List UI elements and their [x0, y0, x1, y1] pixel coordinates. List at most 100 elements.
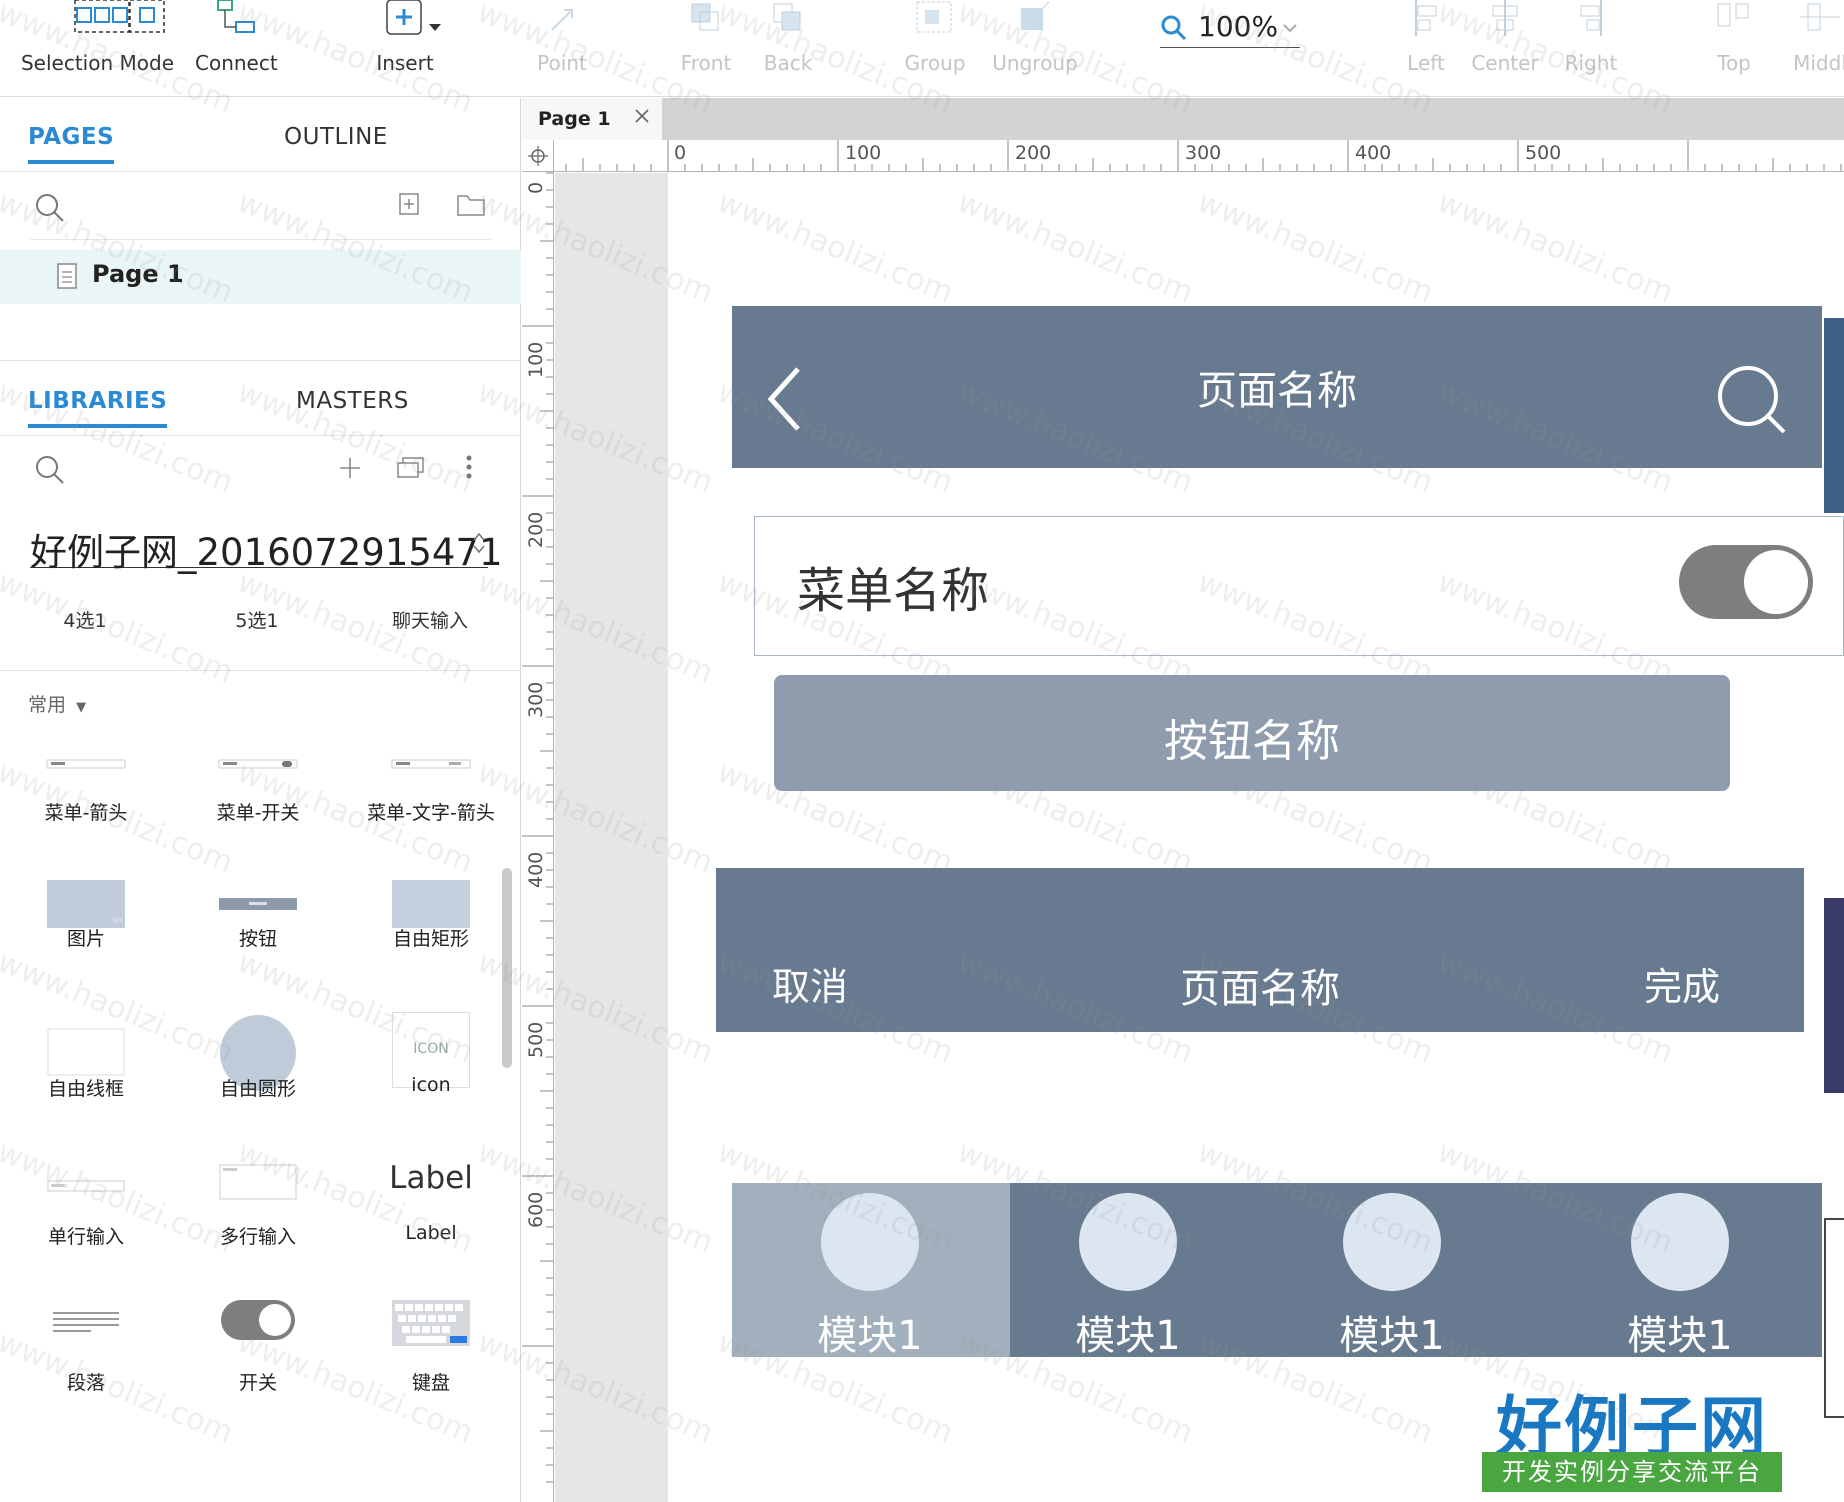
ruler-label: 600 — [525, 1191, 547, 1228]
keyboard-thumb — [392, 1300, 470, 1346]
widget-free-rect[interactable]: 自由矩形 — [345, 868, 517, 1016]
widget-icon[interactable]: ICON icon — [345, 1012, 517, 1164]
mock-menu-row[interactable]: 菜单名称 — [754, 516, 1844, 656]
page-list-item[interactable]: Page 1 — [0, 250, 521, 304]
add-page-icon[interactable] — [398, 192, 422, 218]
ruler-origin[interactable] — [522, 140, 554, 172]
search-icon — [1718, 366, 1786, 434]
page-icon — [57, 263, 77, 289]
zoom-control[interactable]: 100% — [1160, 8, 1300, 48]
align-middle-button[interactable]: Middl — [1790, 0, 1844, 90]
ungroup-button[interactable]: Ungroup — [990, 0, 1080, 90]
library-item-4choose1[interactable]: 4选1 — [10, 606, 160, 633]
library-item-5choose1[interactable]: 5选1 — [182, 606, 332, 633]
widget-label: 自由矩形 — [392, 928, 469, 950]
widget-image[interactable]: pic 图片 — [0, 868, 172, 1016]
toolbar: Selection Mode Connect Insert Point Fron… — [0, 0, 1844, 97]
free-rect-thumb — [392, 880, 470, 928]
pages-search-row — [0, 174, 521, 240]
canvas-gutter — [555, 173, 668, 1502]
mock-nav-bar[interactable]: 页面名称 — [732, 306, 1822, 468]
done-text: 完成 — [1643, 965, 1720, 1009]
widget-label: 开关 — [238, 1372, 277, 1394]
watermark-logo-subtitle: 开发实例分享交流平台 — [1482, 1452, 1782, 1492]
folder-icon[interactable] — [456, 192, 486, 218]
tab-item[interactable]: 模块1 — [1292, 1183, 1492, 1359]
connect-button[interactable]: Connect — [195, 0, 278, 90]
point-button[interactable]: Point — [532, 0, 592, 90]
widget-label: Label — [405, 1222, 457, 1244]
icon-thumb-text: ICON — [413, 1041, 449, 1057]
widget-free-circle[interactable]: 自由圆形 — [172, 1015, 344, 1164]
multi-input-thumb — [219, 1164, 297, 1200]
widget-group-toggle[interactable]: 常用 ▼ — [28, 690, 86, 717]
library-item-chat-input[interactable]: 聊天输入 — [355, 606, 505, 633]
widget-free-frame[interactable]: 自由线框 — [0, 1016, 172, 1164]
align-left-button[interactable]: Left — [1398, 0, 1454, 90]
mock-nav-bar-text[interactable]: 取消 页面名称 完成 — [716, 868, 1804, 1032]
group-icon — [916, 1, 952, 33]
close-icon[interactable] — [632, 106, 652, 126]
search-icon[interactable] — [34, 192, 66, 224]
svg-text:pic: pic — [113, 916, 123, 924]
menu-title: 菜单名称 — [797, 563, 990, 619]
insert-button[interactable]: Insert — [360, 0, 450, 90]
tab-masters[interactable]: MASTERS — [296, 388, 409, 414]
free-frame-thumb — [47, 1028, 125, 1076]
widget-multi-input[interactable]: 多行输入 — [172, 1164, 344, 1312]
ruler-label: 500 — [525, 1021, 547, 1058]
paragraph-thumb — [53, 1312, 119, 1332]
tab-item-label: 模块1 — [1339, 1313, 1445, 1359]
align-top-button[interactable]: Top — [1706, 0, 1762, 90]
tab-outline[interactable]: OUTLINE — [284, 124, 388, 150]
send-back-icon — [773, 3, 801, 31]
document-tab[interactable]: Page 1 — [522, 98, 662, 140]
back-label: Back — [763, 51, 813, 75]
more-options-icon[interactable] — [464, 454, 474, 480]
left-panel: PAGES OUTLINE Page 1 LIBRARIES MASTERS 好… — [0, 98, 521, 1502]
library-manage-icon[interactable] — [396, 454, 426, 480]
insert-plus-icon — [386, 0, 441, 35]
widget-paragraph[interactable]: 段落 — [0, 1310, 172, 1458]
widget-switch[interactable]: 开关 — [172, 1300, 344, 1458]
tab-item[interactable]: 模块1 — [1580, 1183, 1780, 1359]
mock-tab-bar[interactable]: 模块1 模块1 模块1 模块1 — [732, 1183, 1822, 1359]
tab-item-circle — [821, 1193, 919, 1291]
align-right-button[interactable]: Right — [1560, 0, 1622, 90]
selection-box-icon[interactable] — [118, 0, 178, 90]
zoom-value: 100% — [1198, 10, 1279, 43]
align-center-button[interactable]: Center — [1470, 0, 1540, 90]
panel-scrollbar[interactable] — [502, 868, 512, 1068]
widget-label-item[interactable]: Label Label — [345, 1160, 517, 1312]
mock-button[interactable]: 按钮名称 — [774, 675, 1730, 791]
widget-single-input[interactable]: 单行输入 — [0, 1164, 172, 1312]
design-canvas[interactable]: 页面名称 菜单名称 按钮名称 取消 页面名称 完成 模块1 模块1 模块1 模块… — [668, 173, 1844, 1502]
tab-item[interactable]: 模块1 — [1028, 1183, 1228, 1359]
front-button[interactable]: Front — [675, 0, 737, 90]
ruler-label: 0 — [525, 181, 547, 194]
partial-shape[interactable] — [1824, 318, 1844, 513]
partial-shape[interactable] — [1824, 898, 1844, 1093]
tab-item[interactable]: 模块1 — [770, 1183, 970, 1359]
ruler-label: 300 — [525, 681, 547, 718]
plus-icon[interactable] — [338, 456, 362, 480]
group-button[interactable]: Group — [900, 0, 970, 90]
toggle-knob — [1744, 550, 1808, 614]
ruler-label: 100 — [525, 341, 547, 378]
connect-icon — [217, 0, 255, 33]
single-input-thumb — [47, 1180, 125, 1192]
tab-item-circle — [1631, 1193, 1729, 1291]
nav-bar-title: 页面名称 — [1197, 368, 1357, 414]
partial-shape[interactable] — [1824, 1218, 1844, 1418]
mock-toggle-switch[interactable] — [1679, 545, 1813, 619]
widget-keyboard[interactable]: 键盘 — [345, 1300, 517, 1458]
widget-label: 段落 — [66, 1372, 105, 1394]
back-button[interactable]: Back — [760, 0, 816, 90]
search-icon[interactable] — [34, 454, 66, 486]
ruler-label: 400 — [1355, 142, 1392, 164]
tab-libraries[interactable]: LIBRARIES — [28, 388, 168, 428]
tab-pages[interactable]: PAGES — [28, 124, 115, 164]
library-select[interactable]: 好例子网_2016072915471 — [30, 522, 503, 574]
widget-button[interactable]: 按钮 — [172, 868, 344, 1016]
menu-text-arrow-thumb — [391, 759, 471, 769]
